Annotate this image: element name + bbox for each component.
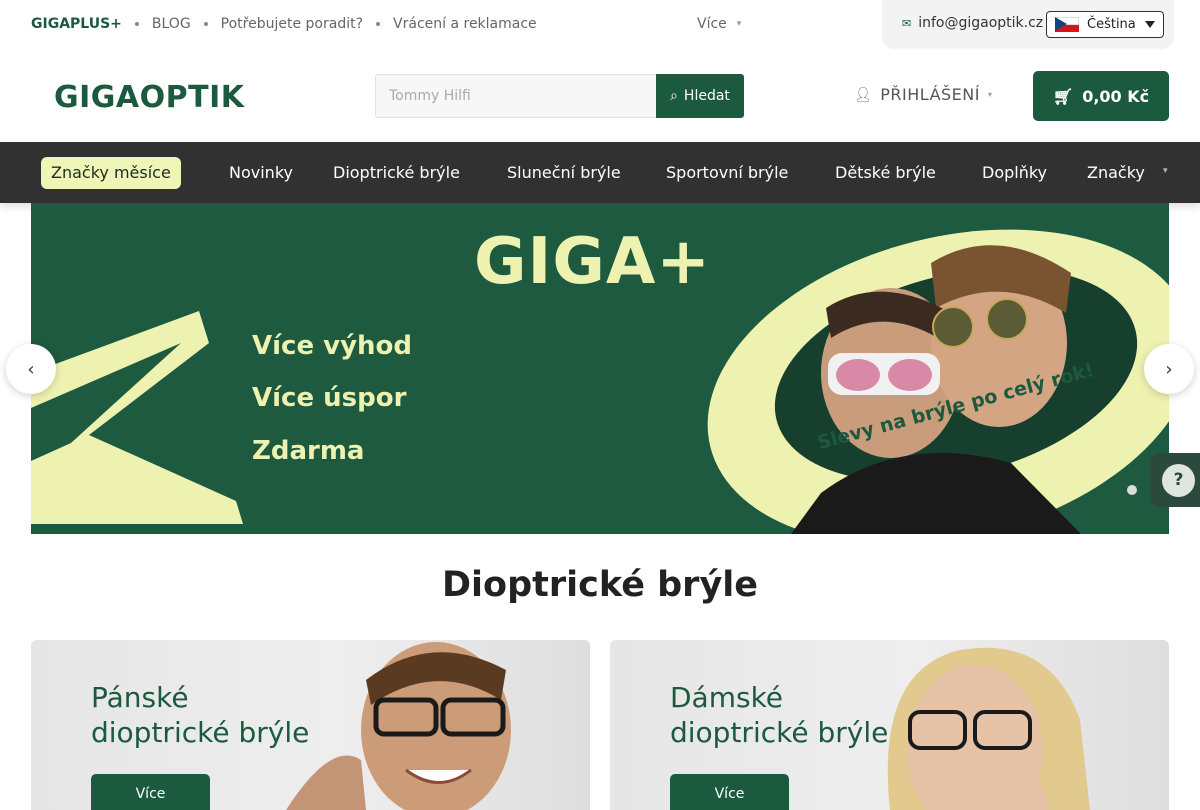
nav-item-kids-glasses[interactable]: Dětské brýle: [835, 157, 936, 189]
card-more-button[interactable]: Více: [91, 774, 210, 810]
language-label: Čeština: [1087, 17, 1136, 32]
user-icon: 👤︎: [854, 86, 873, 103]
nav-item-brands-of-month[interactable]: Značky měsíce: [41, 157, 181, 189]
card-title: Pánské dioptrické brýle: [91, 680, 309, 750]
site-logo[interactable]: GIGAOPTIK: [54, 80, 245, 115]
login-label: PŘIHLÁŠENÍ: [880, 85, 980, 104]
dropdown-caret-icon: [1145, 21, 1155, 28]
card-title: Dámské dioptrické brýle: [670, 680, 888, 750]
search-icon: ⌕: [670, 88, 678, 104]
help-link[interactable]: Potřebujete poradit?: [221, 16, 363, 32]
chevron-left-icon: ‹: [27, 358, 35, 380]
search-button[interactable]: ⌕ Hledat: [656, 74, 744, 118]
section-title: Dioptrické brýle: [441, 565, 758, 605]
card-title-line: dioptrické brýle: [670, 716, 889, 749]
cart-icon: 🛒︎: [1052, 86, 1074, 106]
login-menu[interactable]: 👤︎ PŘIHLÁŠENÍ ▾: [854, 85, 993, 104]
top-bar: GIGAPLUS+ BLOG Potřebujete poradit? Vrác…: [0, 0, 1200, 49]
chevron-down-icon: ▾: [987, 90, 993, 99]
search-form: ⌕ Hledat: [375, 74, 744, 118]
nav-item-sunglasses[interactable]: Sluneční brýle: [507, 157, 621, 189]
nav-item-accessories[interactable]: Doplňky: [982, 157, 1047, 189]
hero-title: GIGA+: [474, 225, 712, 299]
separator-dot: [203, 22, 208, 26]
gigaplus-link[interactable]: GIGAPLUS+: [31, 16, 122, 32]
chevron-down-icon: ▾: [736, 19, 742, 29]
contact-panel: ✉ info@gigaoptik.cz Čeština: [882, 0, 1174, 49]
czech-flag-icon: [1055, 17, 1079, 32]
nav-item-new[interactable]: Novinky: [229, 157, 293, 189]
card-title-line: Dámské: [670, 681, 784, 714]
card-title-line: Pánské: [91, 681, 189, 714]
slider-indicator-dot[interactable]: [1127, 485, 1137, 495]
top-more-menu[interactable]: Více ▾: [697, 16, 741, 32]
mail-icon: ✉: [902, 16, 912, 30]
email-link[interactable]: ✉ info@gigaoptik.cz: [902, 15, 1043, 31]
category-card-women[interactable]: Dámské dioptrické brýle Více: [610, 640, 1169, 810]
search-input[interactable]: [375, 74, 657, 118]
main-navigation: Značky měsíce Novinky Dioptrické brýle S…: [0, 142, 1200, 203]
slider-next-button[interactable]: ›: [1144, 344, 1194, 394]
blog-link[interactable]: BLOG: [152, 16, 191, 32]
separator-dot: [134, 22, 139, 26]
nav-item-brands[interactable]: Značky: [1087, 157, 1145, 189]
cart-button[interactable]: 🛒︎ 0,00 Kč: [1033, 71, 1169, 121]
language-select[interactable]: Čeština: [1046, 11, 1164, 38]
separator-dot: [376, 22, 381, 26]
category-card-men[interactable]: Pánské dioptrické brýle Více: [31, 640, 590, 810]
card-title-line: dioptrické brýle: [91, 716, 310, 749]
slider-prev-button[interactable]: ‹: [6, 344, 56, 394]
hero-banner[interactable]: GIGA+ Více výhod Více úspor Zdarma Slevy…: [31, 203, 1169, 534]
chevron-down-icon: ▾: [1163, 166, 1168, 176]
hero-line-3: Zdarma: [252, 436, 365, 466]
cart-total: 0,00 Kč: [1082, 86, 1150, 106]
nav-item-sport-glasses[interactable]: Sportovní brýle: [666, 157, 788, 189]
returns-link[interactable]: Vrácení a reklamace: [393, 16, 537, 32]
nav-item-prescription-glasses[interactable]: Dioptrické brýle: [333, 157, 460, 189]
hero-line-2: Více úspor: [252, 383, 407, 413]
hero-line-1: Více výhod: [252, 331, 413, 361]
more-label: Více: [697, 16, 727, 32]
chevron-right-icon: ›: [1165, 358, 1173, 380]
email-text: info@gigaoptik.cz: [918, 15, 1044, 31]
search-button-label: Hledat: [683, 88, 730, 104]
card-more-button[interactable]: Více: [670, 774, 789, 810]
help-icon: ?: [1162, 464, 1195, 497]
help-widget[interactable]: ?: [1150, 453, 1200, 507]
top-links: GIGAPLUS+ BLOG Potřebujete poradit? Vrác…: [31, 16, 537, 32]
